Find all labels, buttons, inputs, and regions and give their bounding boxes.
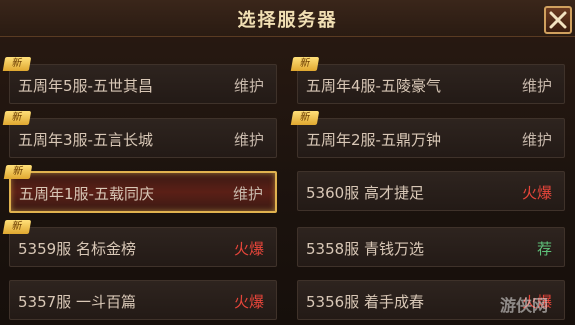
close-x-icon: [549, 11, 567, 29]
server-name: 5357服 一斗百篇: [18, 293, 136, 311]
server-item[interactable]: 5360服 高才捷足 火爆: [297, 171, 565, 211]
server-item[interactable]: 新 五周年2服-五鼎万钟 维护: [290, 111, 565, 158]
server-status: 维护: [232, 185, 263, 203]
server-item[interactable]: 新 五周年4服-五陵豪气 维护: [290, 57, 565, 104]
new-badge: 新: [2, 57, 32, 71]
title-bar: 选择服务器: [0, 0, 575, 37]
server-status: 维护: [233, 131, 264, 149]
server-item[interactable]: 5358服 青钱万选 荐: [297, 227, 565, 267]
server-status: 维护: [233, 77, 264, 95]
server-status: 荐: [536, 240, 552, 258]
server-name: 五周年2服-五鼎万钟: [306, 131, 441, 149]
new-badge: 新: [290, 111, 320, 125]
server-name: 5360服 高才捷足: [306, 184, 424, 202]
server-name: 五周年3服-五言长城: [18, 131, 153, 149]
close-button[interactable]: [544, 6, 572, 34]
server-name: 五周年5服-五世其昌: [18, 77, 153, 95]
new-badge: 新: [2, 220, 32, 234]
server-status: 维护: [521, 131, 552, 149]
server-status: 火爆: [233, 240, 264, 258]
dialog-title: 选择服务器: [237, 10, 338, 31]
watermark: 游侠网: [500, 296, 549, 315]
server-item[interactable]: 5357服 一斗百篇 火爆: [9, 280, 277, 320]
server-item[interactable]: 新 五周年5服-五世其昌 维护: [2, 57, 277, 104]
server-status: 火爆: [521, 184, 552, 202]
server-status: 维护: [521, 77, 552, 95]
server-item-selected[interactable]: 新 五周年1服-五载同庆 维护: [3, 165, 277, 213]
server-name: 5358服 青钱万选: [306, 240, 424, 258]
server-name: 5356服 着手成春: [306, 293, 424, 311]
new-badge: 新: [3, 165, 33, 179]
server-item[interactable]: 新 五周年3服-五言长城 维护: [2, 111, 277, 158]
server-item[interactable]: 新 5359服 名标金榜 火爆: [2, 220, 277, 267]
new-badge: 新: [2, 111, 32, 125]
server-select-dialog: 选择服务器 新 五周年5服-五世其昌 维护 新 五周年4服-五陵豪气 维护 新 …: [0, 0, 575, 325]
new-badge: 新: [290, 57, 320, 71]
server-name: 5359服 名标金榜: [18, 240, 136, 258]
server-name: 五周年1服-五载同庆: [19, 185, 154, 203]
server-name: 五周年4服-五陵豪气: [306, 77, 441, 95]
server-status: 火爆: [233, 293, 264, 311]
